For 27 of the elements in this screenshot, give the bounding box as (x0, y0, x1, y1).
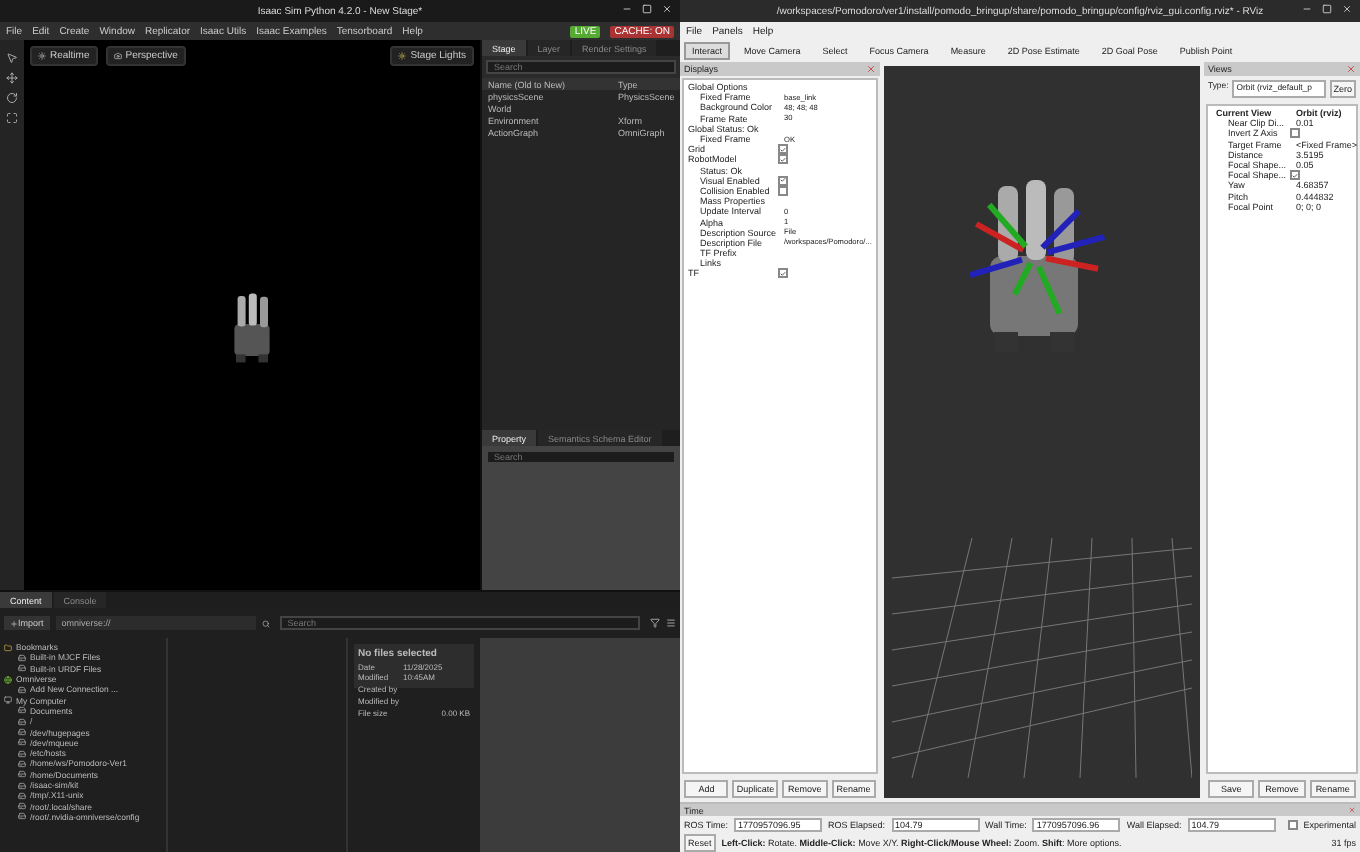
search-icon[interactable] (261, 619, 270, 627)
monitor-icon (4, 696, 12, 705)
checkbox[interactable] (778, 175, 788, 186)
minimize-icon[interactable] (622, 4, 632, 14)
minimize-icon[interactable] (1302, 4, 1312, 14)
folder-icon (4, 643, 12, 652)
drive-icon (18, 685, 26, 694)
checkbox[interactable] (778, 268, 788, 279)
maximize-icon[interactable] (1322, 4, 1332, 14)
checkbox[interactable] (1290, 170, 1300, 181)
3d-view[interactable] (884, 66, 1200, 798)
checkbox[interactable] (778, 154, 788, 165)
sun-icon (398, 52, 407, 60)
sun-icon (38, 52, 46, 60)
move-icon[interactable] (6, 72, 18, 84)
checkbox[interactable] (778, 144, 788, 155)
camera-icon (113, 52, 122, 60)
plus-icon (10, 619, 18, 627)
checkbox[interactable] (778, 185, 788, 196)
checkbox[interactable] (1290, 128, 1300, 139)
filter-icon[interactable] (650, 618, 660, 628)
maximize-icon[interactable] (642, 4, 652, 14)
globe-icon (4, 675, 12, 684)
select-icon[interactable] (6, 52, 18, 64)
menu-icon[interactable] (666, 618, 676, 628)
rotate-icon[interactable] (6, 92, 18, 104)
checkbox[interactable] (1287, 820, 1298, 830)
